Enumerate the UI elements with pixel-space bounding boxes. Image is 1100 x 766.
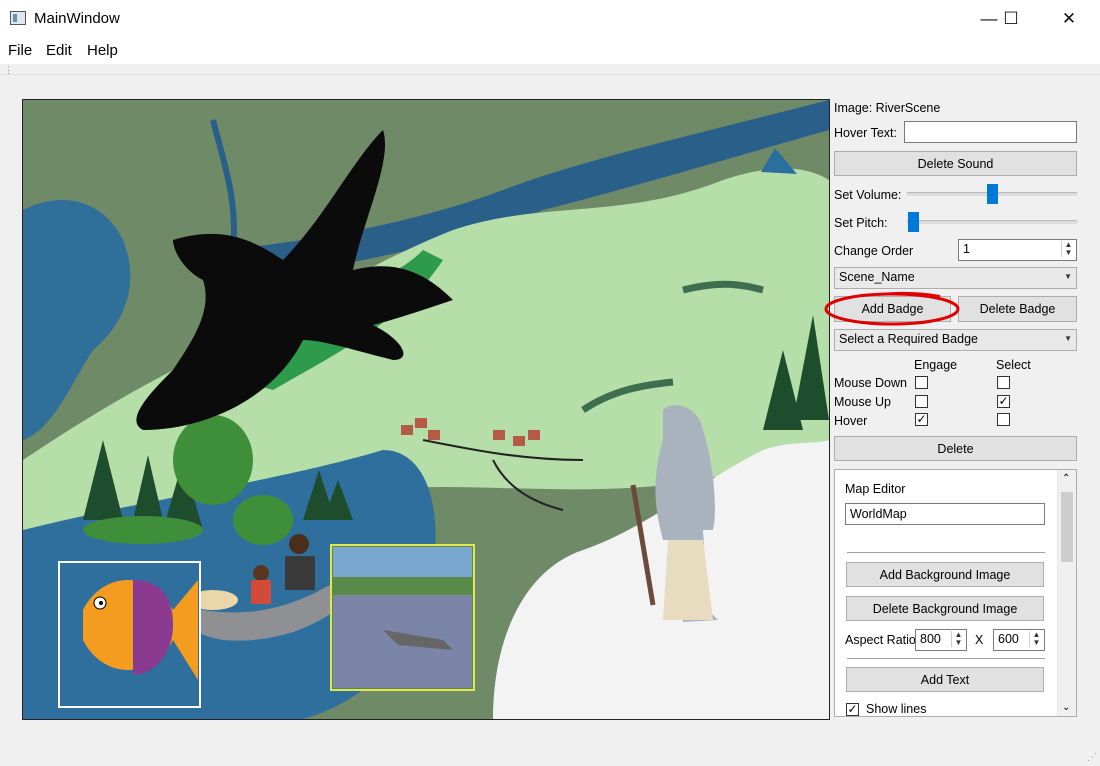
map-editor-scrollbar[interactable]: ⌃ ⌄ xyxy=(1057,470,1076,716)
image-name-label: Image: RiverScene xyxy=(834,101,941,115)
pitch-slider-handle[interactable] xyxy=(908,212,919,232)
aspect-ratio-label: Aspect Ratio xyxy=(845,633,916,647)
set-pitch-label: Set Pitch: xyxy=(834,216,888,230)
aspect-height-value: 600 xyxy=(998,632,1019,646)
volume-slider-handle[interactable] xyxy=(987,184,998,204)
separator xyxy=(847,658,1045,662)
delete-background-image-button[interactable]: Delete Background Image xyxy=(846,596,1044,621)
mouse-up-label: Mouse Up xyxy=(834,395,891,409)
required-badge-combo[interactable]: Select a Required Badge ▼ xyxy=(834,329,1077,351)
select-header: Select xyxy=(996,358,1031,372)
show-lines-checkbox[interactable]: ✓ xyxy=(846,703,859,716)
scene-name-combo[interactable]: Scene_Name ▼ xyxy=(834,267,1077,289)
app-icon xyxy=(10,11,26,25)
river-scene-illustration xyxy=(23,100,829,719)
maximize-button[interactable]: ☐ xyxy=(988,0,1034,38)
separator xyxy=(847,552,1045,556)
map-name-input[interactable] xyxy=(845,503,1045,525)
chevron-down-icon: ▼ xyxy=(1064,272,1072,281)
aspect-width-value: 800 xyxy=(920,632,941,646)
map-editor-panel: Map Editor Add Background Image Delete B… xyxy=(834,469,1077,717)
set-volume-label: Set Volume: xyxy=(834,188,902,202)
pitch-slider-track[interactable] xyxy=(907,220,1077,224)
aspect-x-label: X xyxy=(975,633,984,647)
delete-badge-button[interactable]: Delete Badge xyxy=(958,296,1077,322)
mouse-up-engage-checkbox[interactable] xyxy=(915,395,928,408)
title-bar: MainWindow — ☐ ✕ xyxy=(0,0,1100,38)
aspect-height-spinbox[interactable]: 600 ▲ ▼ xyxy=(993,629,1045,651)
required-badge-value: Select a Required Badge xyxy=(839,332,978,346)
show-lines-label: Show lines xyxy=(866,702,927,716)
hover-text-label: Hover Text: xyxy=(834,126,897,140)
aspect-width-spinbox[interactable]: 800 ▲ ▼ xyxy=(915,629,967,651)
mouse-down-select-checkbox[interactable] xyxy=(997,376,1010,389)
delete-button[interactable]: Delete xyxy=(834,436,1077,461)
window-title: MainWindow xyxy=(34,10,120,27)
spin-arrows-icon[interactable]: ▲ ▼ xyxy=(1061,241,1075,257)
mouse-up-select-checkbox[interactable]: ✓ xyxy=(997,395,1010,408)
scene-name-value: Scene_Name xyxy=(839,270,915,284)
change-order-value: 1 xyxy=(963,242,970,256)
menu-bar: File Edit Help xyxy=(0,38,1100,64)
delete-sound-button[interactable]: Delete Sound xyxy=(834,151,1077,176)
annotation-circle-icon xyxy=(824,291,960,326)
scroll-down-icon[interactable]: ⌄ xyxy=(1062,702,1070,713)
spin-arrows-icon[interactable]: ▲ ▼ xyxy=(1029,631,1043,647)
map-editor-title: Map Editor xyxy=(845,482,906,496)
scroll-up-icon[interactable]: ⌃ xyxy=(1062,473,1070,484)
scroll-thumb[interactable] xyxy=(1061,492,1073,562)
hover-label: Hover xyxy=(834,414,868,428)
add-text-button[interactable]: Add Text xyxy=(846,667,1044,692)
toolbar-grip[interactable]: ⋮ xyxy=(0,64,1100,75)
close-button[interactable]: ✕ xyxy=(1046,0,1092,38)
hover-engage-checkbox[interactable]: ✓ xyxy=(915,413,928,426)
menu-edit[interactable]: Edit xyxy=(46,42,72,59)
change-order-label: Change Order xyxy=(834,244,914,258)
resize-grip-icon[interactable]: ⋰ xyxy=(1087,752,1097,763)
hover-select-checkbox[interactable] xyxy=(997,413,1010,426)
menu-help[interactable]: Help xyxy=(87,42,118,59)
mouse-down-engage-checkbox[interactable] xyxy=(915,376,928,389)
engage-header: Engage xyxy=(914,358,958,372)
scene-canvas[interactable] xyxy=(22,99,830,720)
chevron-down-icon: ▼ xyxy=(1064,334,1072,343)
change-order-spinbox[interactable]: 1 ▲ ▼ xyxy=(958,239,1077,261)
add-background-image-button[interactable]: Add Background Image xyxy=(846,562,1044,587)
hover-text-input[interactable] xyxy=(904,121,1077,143)
menu-file[interactable]: File xyxy=(8,42,32,59)
spin-arrows-icon[interactable]: ▲ ▼ xyxy=(951,631,965,647)
mouse-down-label: Mouse Down xyxy=(834,376,907,390)
